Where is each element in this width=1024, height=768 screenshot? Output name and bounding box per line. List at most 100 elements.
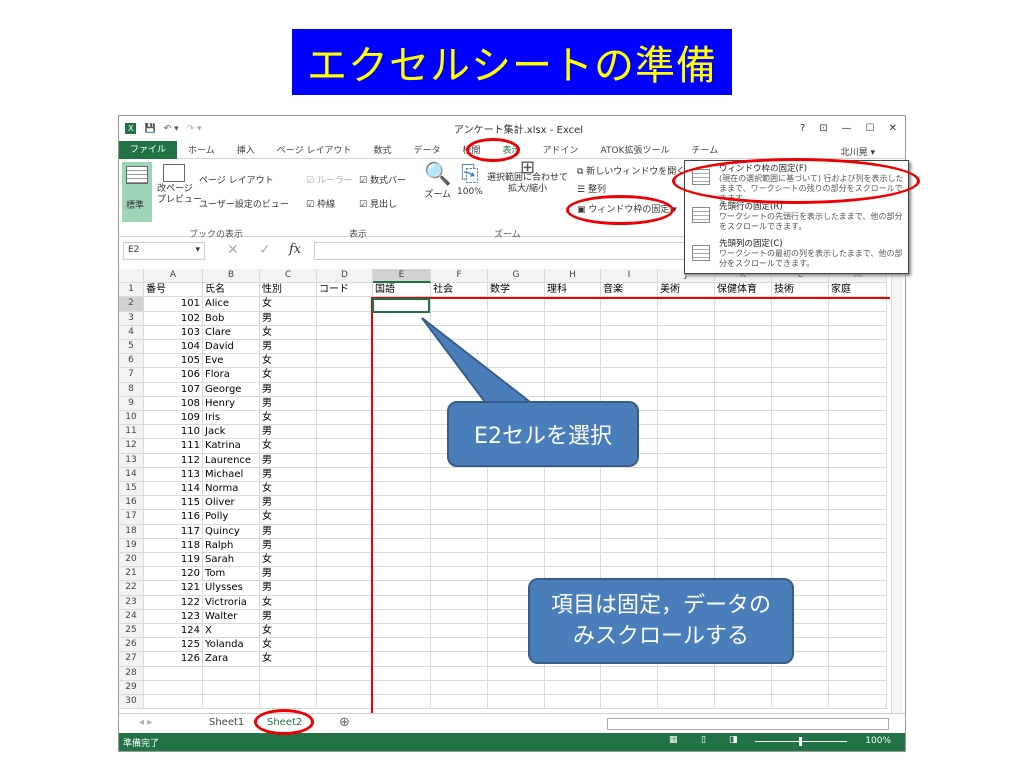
cell[interactable] xyxy=(772,439,829,454)
enter-icon[interactable]: ✓ xyxy=(259,242,271,258)
cell[interactable] xyxy=(431,538,488,553)
cell[interactable] xyxy=(601,467,658,482)
cell[interactable] xyxy=(829,354,887,369)
cell[interactable]: 102 xyxy=(144,311,203,326)
cell[interactable]: 男 xyxy=(260,340,317,355)
cell[interactable] xyxy=(829,311,887,326)
cell[interactable] xyxy=(317,666,373,681)
sheet-tab-sheet1[interactable]: Sheet1 xyxy=(209,717,244,728)
cell[interactable]: Michael xyxy=(203,467,260,482)
cell[interactable] xyxy=(431,680,488,695)
cell[interactable] xyxy=(829,624,887,639)
cell[interactable] xyxy=(772,311,829,326)
cell[interactable]: 122 xyxy=(144,595,203,610)
cell[interactable] xyxy=(658,396,715,411)
cell[interactable]: 男 xyxy=(260,538,317,553)
cell[interactable] xyxy=(829,368,887,383)
cell[interactable] xyxy=(715,538,772,553)
cell[interactable]: 氏名 xyxy=(203,283,260,298)
cell[interactable] xyxy=(431,567,488,582)
cell[interactable]: 数学 xyxy=(488,283,545,298)
vertical-scrollbar[interactable] xyxy=(891,269,903,713)
cell[interactable]: Norma xyxy=(203,482,260,497)
page-break-view-icon[interactable]: ◨ xyxy=(729,735,738,745)
cell[interactable]: 103 xyxy=(144,325,203,340)
cell[interactable] xyxy=(829,680,887,695)
ruler-checkbox[interactable]: ☑ ルーラー xyxy=(306,173,353,186)
cell[interactable]: 男 xyxy=(260,425,317,440)
cell[interactable] xyxy=(829,297,887,312)
cell[interactable] xyxy=(658,695,715,710)
zoom-slider[interactable] xyxy=(755,737,847,746)
cell[interactable] xyxy=(431,652,488,667)
cell[interactable] xyxy=(715,411,772,426)
cell[interactable] xyxy=(715,524,772,539)
cell[interactable] xyxy=(772,297,829,312)
cell[interactable] xyxy=(317,411,373,426)
cell[interactable] xyxy=(715,311,772,326)
cell[interactable] xyxy=(317,553,373,568)
cell[interactable]: 女 xyxy=(260,553,317,568)
cell[interactable] xyxy=(601,311,658,326)
cell[interactable] xyxy=(317,595,373,610)
cell[interactable] xyxy=(317,354,373,369)
tab-5[interactable]: データ xyxy=(402,143,451,156)
cell[interactable] xyxy=(772,524,829,539)
cell[interactable] xyxy=(715,396,772,411)
cell[interactable] xyxy=(715,340,772,355)
cell[interactable] xyxy=(829,340,887,355)
zoom-100-button[interactable]: ⎘ 100% xyxy=(457,162,483,197)
cell[interactable] xyxy=(658,538,715,553)
cell[interactable]: 女 xyxy=(260,439,317,454)
cell[interactable]: Sarah xyxy=(203,553,260,568)
cell[interactable] xyxy=(317,425,373,440)
minimize-button[interactable]: — xyxy=(842,123,852,134)
cell[interactable]: Polly xyxy=(203,510,260,525)
cell[interactable]: George xyxy=(203,382,260,397)
cell[interactable]: 女 xyxy=(260,297,317,312)
cell[interactable]: 女 xyxy=(260,624,317,639)
cell[interactable] xyxy=(772,396,829,411)
cell[interactable]: 116 xyxy=(144,510,203,525)
cell[interactable]: 女 xyxy=(260,638,317,653)
cell[interactable] xyxy=(772,382,829,397)
custom-view-button[interactable]: ユーザー設定のビュー xyxy=(199,197,289,210)
cell[interactable] xyxy=(601,524,658,539)
cell[interactable]: 男 xyxy=(260,581,317,596)
cell[interactable]: 女 xyxy=(260,652,317,667)
user-name[interactable]: 北川晃 ▾ xyxy=(841,145,875,158)
tab-2[interactable]: 挿入 xyxy=(226,143,266,156)
cell[interactable] xyxy=(829,524,887,539)
cell[interactable] xyxy=(829,482,887,497)
cell[interactable]: Zara xyxy=(203,652,260,667)
cell[interactable]: Laurence xyxy=(203,453,260,468)
cell[interactable] xyxy=(373,666,431,681)
cell[interactable] xyxy=(373,425,431,440)
zoom-slider-thumb[interactable] xyxy=(799,737,802,746)
cell[interactable] xyxy=(317,524,373,539)
cell[interactable] xyxy=(317,453,373,468)
cell[interactable]: Jack xyxy=(203,425,260,440)
cell[interactable] xyxy=(601,553,658,568)
gridlines-checkbox[interactable]: ☑ 枠線 xyxy=(306,197,335,210)
cell[interactable] xyxy=(658,666,715,681)
tab-1[interactable]: ホーム xyxy=(177,143,226,156)
cell[interactable] xyxy=(772,325,829,340)
cell[interactable]: 110 xyxy=(144,425,203,440)
cell[interactable] xyxy=(715,439,772,454)
cell[interactable]: Ralph xyxy=(203,538,260,553)
cell[interactable] xyxy=(658,325,715,340)
cell[interactable] xyxy=(317,297,373,312)
cell[interactable] xyxy=(373,538,431,553)
cell[interactable] xyxy=(317,467,373,482)
cell[interactable] xyxy=(317,340,373,355)
cell[interactable] xyxy=(373,453,431,468)
cell[interactable]: Ulysses xyxy=(203,581,260,596)
cell[interactable] xyxy=(772,368,829,383)
cell[interactable] xyxy=(317,638,373,653)
cell[interactable] xyxy=(373,496,431,511)
cell[interactable] xyxy=(658,425,715,440)
cell[interactable] xyxy=(431,581,488,596)
cell[interactable] xyxy=(545,538,601,553)
cell[interactable] xyxy=(829,581,887,596)
